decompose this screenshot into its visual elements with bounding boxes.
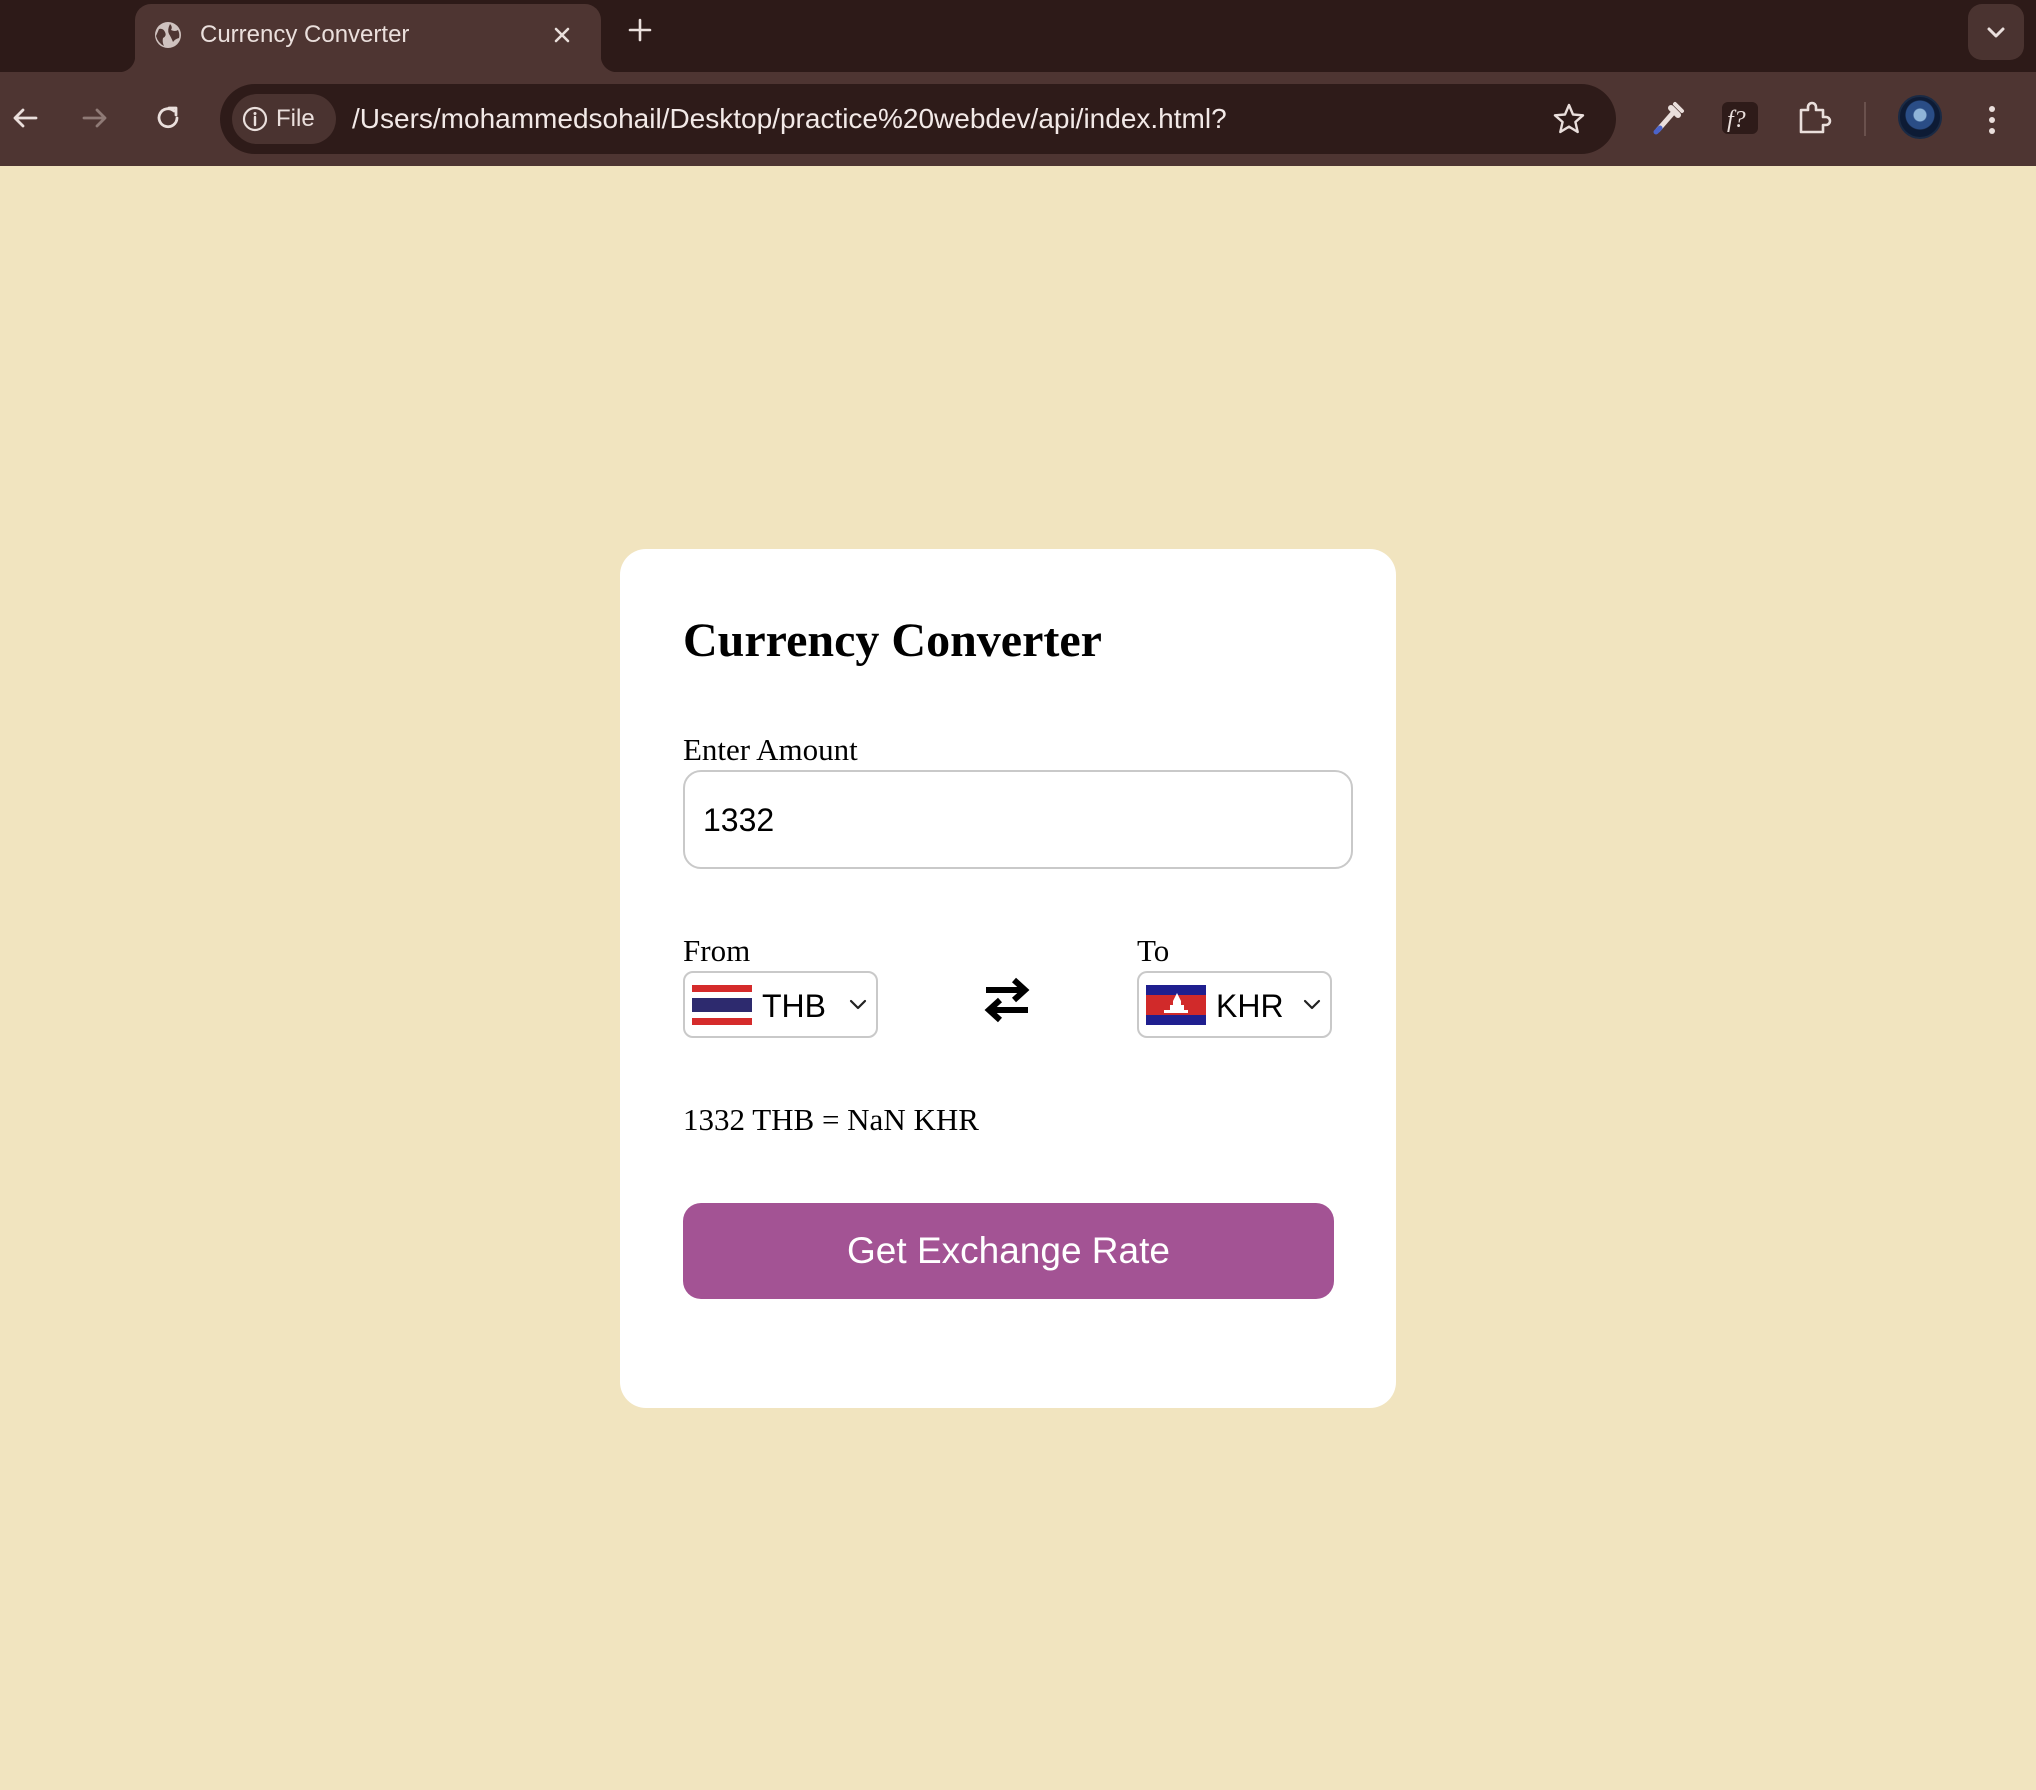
new-tab-icon[interactable] — [622, 12, 658, 48]
tab-search-button[interactable] — [1968, 4, 2024, 60]
browser-toolbar: File /Users/mohammedsohail/Desktop/pract… — [0, 72, 2036, 166]
color-picker-extension-icon[interactable] — [1646, 96, 1690, 140]
amount-input[interactable]: 1332 — [683, 770, 1353, 869]
chevron-down-icon — [1303, 999, 1321, 1010]
get-exchange-rate-button[interactable]: Get Exchange Rate — [683, 1203, 1334, 1299]
forward-icon[interactable] — [75, 98, 115, 138]
cambodia-flag-icon — [1146, 985, 1206, 1025]
toolbar-divider — [1864, 102, 1866, 136]
swap-arrows-icon[interactable] — [982, 973, 1032, 1027]
back-icon[interactable] — [5, 98, 45, 138]
extensions-puzzle-icon[interactable] — [1792, 96, 1836, 140]
from-currency-select[interactable]: THB — [683, 971, 878, 1038]
converter-card: Currency Converter Enter Amount 1332 Fro… — [620, 549, 1396, 1408]
amount-label: Enter Amount — [683, 732, 858, 767]
chip-label: File — [276, 105, 315, 132]
thailand-flag-icon — [692, 985, 752, 1025]
address-bar[interactable]: File /Users/mohammedsohail/Desktop/pract… — [220, 84, 1616, 154]
chevron-down-icon — [849, 999, 867, 1010]
tab-title: Currency Converter — [200, 21, 410, 48]
more-menu-icon[interactable] — [1976, 98, 2008, 142]
amount-value: 1332 — [703, 802, 775, 838]
from-label: From — [683, 933, 751, 968]
browser-tab[interactable]: Currency Converter — [119, 4, 617, 72]
profile-avatar[interactable] — [1898, 95, 1942, 139]
page-title: Currency Converter — [683, 614, 1102, 667]
conversion-result: 1332 THB = NaN KHR — [683, 1102, 979, 1137]
bookmark-star-icon[interactable] — [1550, 100, 1588, 138]
url-text[interactable]: /Users/mohammedsohail/Desktop/practice%2… — [352, 101, 1227, 137]
site-info-chip[interactable]: File — [232, 94, 336, 144]
close-icon[interactable] — [546, 19, 578, 51]
svg-text:f?: f? — [1727, 107, 1746, 133]
info-icon — [242, 106, 268, 132]
to-currency-code: KHR — [1216, 988, 1284, 1024]
to-currency-select[interactable]: KHR — [1137, 971, 1332, 1038]
reload-icon[interactable] — [148, 98, 188, 138]
from-currency-code: THB — [762, 988, 826, 1024]
globe-icon — [155, 22, 181, 48]
to-label: To — [1137, 933, 1170, 968]
chevron-down-icon — [1987, 27, 2005, 38]
tab-strip: Currency Converter — [0, 0, 2036, 72]
font-question-icon: f? — [1722, 102, 1758, 134]
font-identifier-extension-icon[interactable]: f? — [1718, 96, 1762, 140]
